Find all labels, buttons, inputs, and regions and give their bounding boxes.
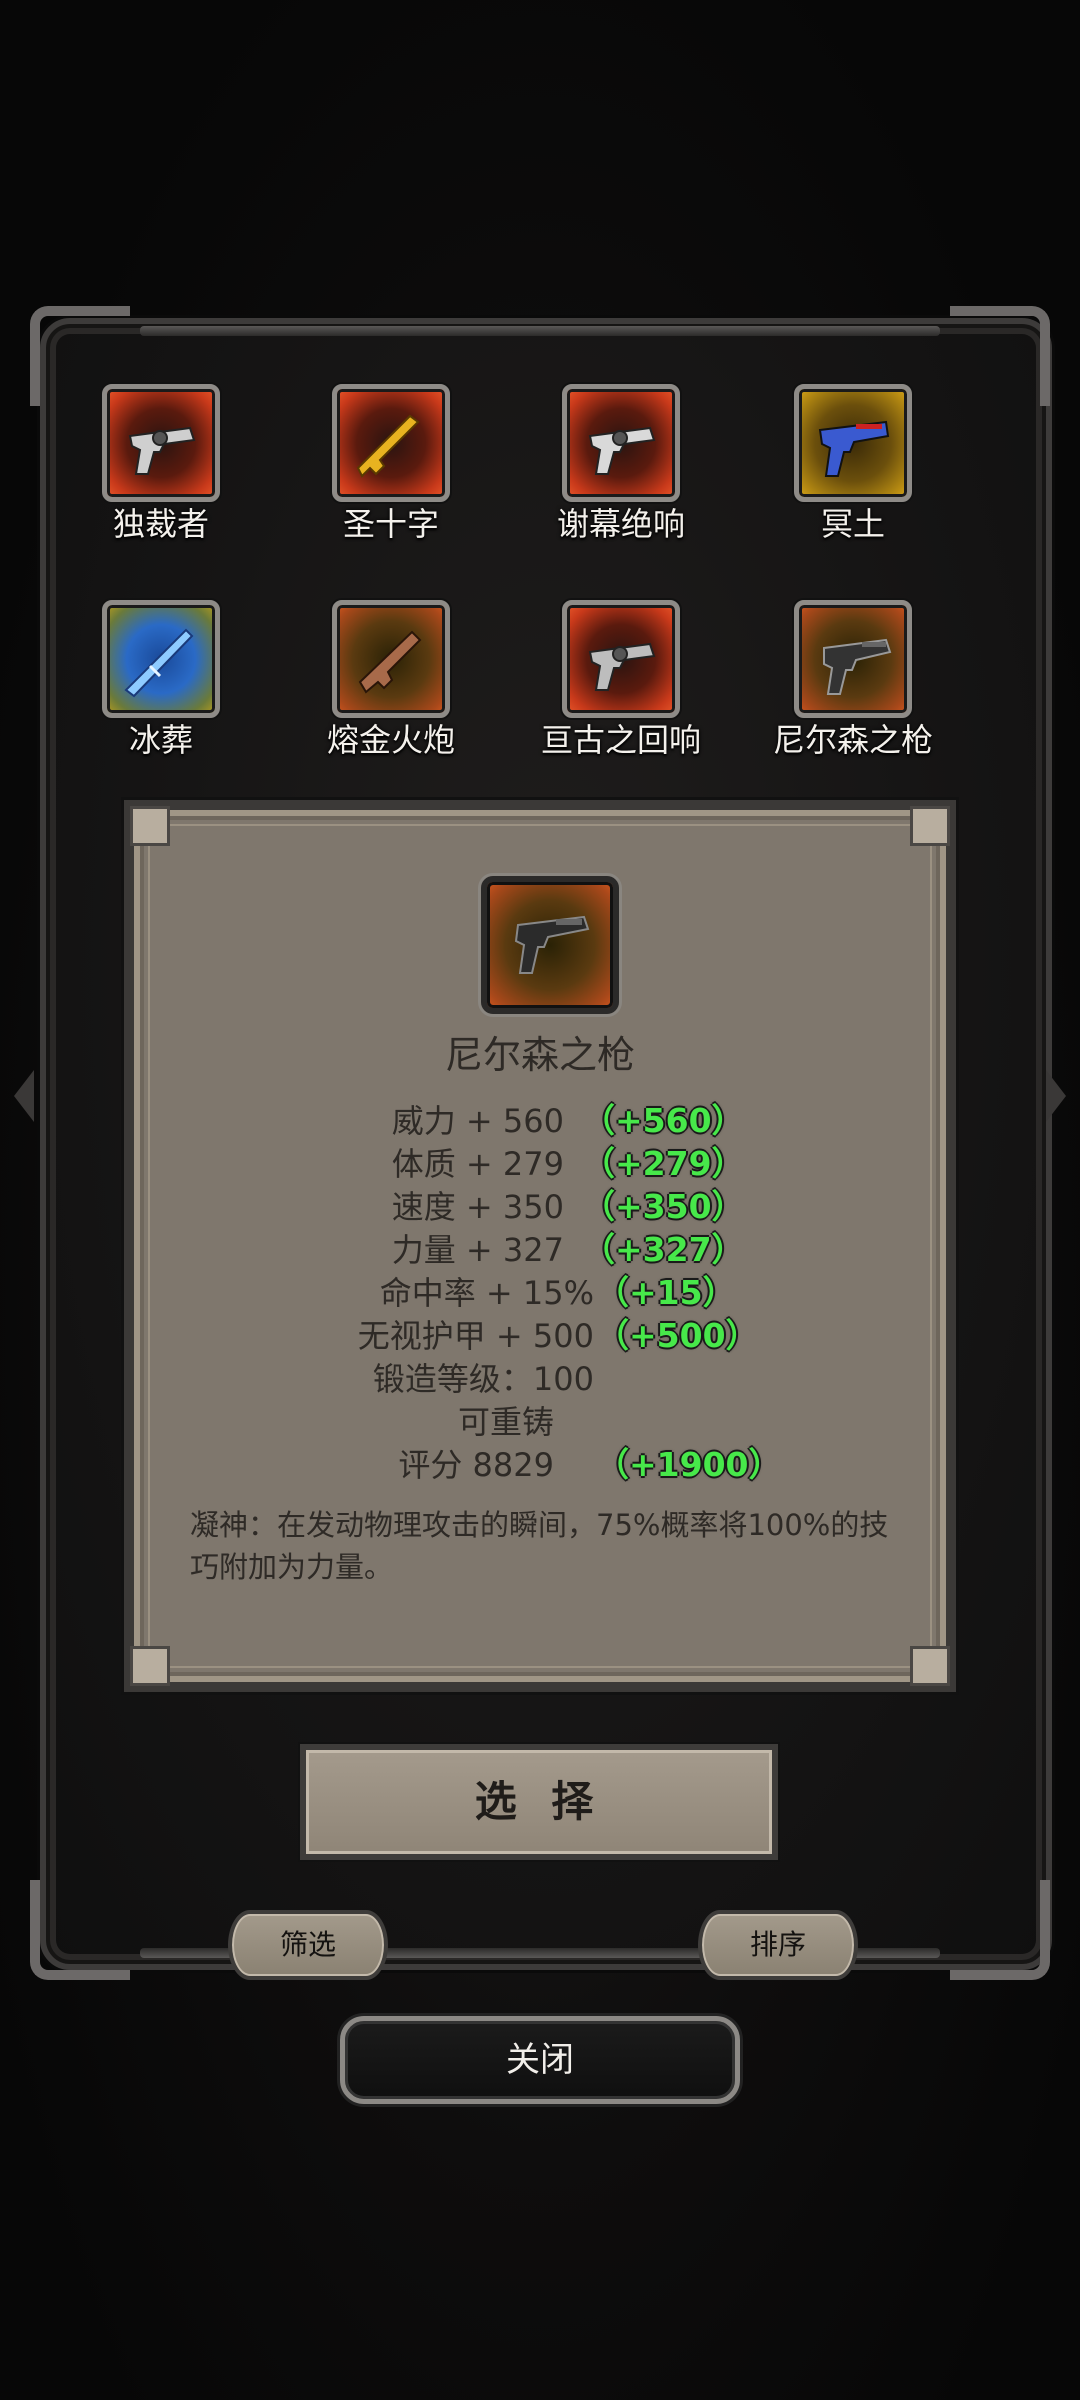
stat-row: 速度 + 350 （+350）: [134, 1186, 966, 1228]
stat-bonus: （+1900）: [596, 1445, 782, 1484]
panel-corner: [910, 806, 950, 846]
pistol-icon: [823, 638, 892, 695]
weapon-name: 熔金火炮: [326, 721, 455, 759]
filter-button[interactable]: 筛选: [228, 1910, 388, 1980]
weapon-slot[interactable]: 亘古之回响: [531, 600, 711, 760]
stat-value: 无视护甲 + 500: [357, 1317, 594, 1355]
stat-row: 无视护甲 + 500 （+500）: [134, 1315, 966, 1357]
stat-row: 命中率 + 15% （+15）: [134, 1272, 966, 1314]
weapon-slot[interactable]: 冰葬: [71, 600, 251, 760]
weapon-name: 独裁者: [112, 505, 209, 543]
weapon-icon-frame[interactable]: [102, 600, 220, 718]
weapon-name: 圣十字: [342, 505, 439, 543]
revolver-icon: [588, 642, 656, 691]
stat-row: 威力 + 560 （+560）: [134, 1100, 966, 1142]
stat-bonus: （+560）: [582, 1101, 745, 1140]
pistol-icon: [514, 915, 590, 974]
weapon-slot[interactable]: 圣十字: [301, 384, 481, 544]
stat-value: 速度 + 350: [391, 1188, 564, 1226]
blue-pistol-icon: [818, 420, 890, 477]
weapon-name: 谢幕绝响: [556, 505, 685, 543]
panel-corner: [130, 806, 170, 846]
stat-row: 锻造等级：100: [134, 1358, 966, 1400]
panel-corner: [130, 1646, 170, 1686]
stat-row: 力量 + 327 （+327）: [134, 1229, 966, 1271]
stat-row: 体质 + 279 （+279）: [134, 1143, 966, 1185]
selected-weapon-pistol-icon: [481, 876, 619, 1014]
panel-corner: [910, 1646, 950, 1686]
frame-top-bar: [140, 326, 940, 336]
weapon-name: 尼尔森之枪: [772, 721, 933, 759]
stat-value: 威力 + 560: [391, 1102, 564, 1140]
revolver-icon: [128, 426, 196, 475]
stat-value: 命中率 + 15%: [379, 1274, 594, 1312]
frame-corner-ornament: [950, 1880, 1050, 1980]
weapon-name: 亘古之回响: [540, 721, 701, 759]
stat-bonus: （+350）: [582, 1187, 745, 1226]
ice-rifle-icon: [124, 628, 194, 698]
weapon-slot[interactable]: 冥土: [763, 384, 943, 544]
stat-bonus: （+15）: [596, 1273, 736, 1312]
close-button[interactable]: 关闭: [340, 2016, 740, 2104]
stat-bonus: （+327）: [582, 1230, 745, 1269]
stat-value: 体质 + 279: [391, 1145, 564, 1183]
stat-value: 可重铸: [457, 1403, 554, 1441]
weapon-slot[interactable]: 尼尔森之枪: [763, 600, 943, 760]
stat-value: 锻造等级：100: [372, 1360, 594, 1398]
weapon-icon-frame[interactable]: [332, 600, 450, 718]
golden-rifle-icon: [356, 414, 420, 478]
sort-button[interactable]: 排序: [698, 1910, 858, 1980]
weapon-slot[interactable]: 独裁者: [71, 384, 251, 544]
stat-row: 可重铸: [134, 1401, 966, 1443]
weapon-icon-frame[interactable]: [794, 600, 912, 718]
frame-corner-ornament: [30, 1880, 130, 1980]
stat-bonus: （+279）: [582, 1144, 745, 1183]
shotgun-icon: [358, 630, 422, 694]
weapon-skill-description: 凝神：在发动物理攻击的瞬间，75%概率将100%的技巧附加为力量。: [190, 1508, 889, 1584]
weapon-icon-frame[interactable]: [332, 384, 450, 502]
stat-row: 评分 8829 （+1900）: [134, 1444, 966, 1486]
stat-bonus: （+500）: [596, 1316, 759, 1355]
stat-value: 评分 8829: [398, 1446, 554, 1484]
stat-value: 力量 + 327: [391, 1231, 564, 1269]
frame-corner-ornament: [950, 306, 1050, 406]
weapon-icon-frame[interactable]: [562, 384, 680, 502]
select-button[interactable]: 选 择: [300, 1744, 778, 1860]
weapon-slot[interactable]: 熔金火炮: [301, 600, 481, 760]
selected-weapon-name: 尼尔森之枪: [444, 1033, 635, 1077]
weapon-detail-panel: 尼尔森之枪 威力 + 560 （+560） 体质 + 279 （+279） 速度 + 3…: [124, 800, 956, 1692]
weapon-icon-frame[interactable]: [562, 600, 680, 718]
weapon-slot[interactable]: 谢幕绝响: [531, 384, 711, 544]
prev-page-arrow-icon[interactable]: [14, 1070, 34, 1122]
weapon-select-screen: 独裁者 圣十字 谢幕绝响 冥土 冰葬 熔金火炮 亘古之回响 尼尔森之枪 尼尔森之枪 威力 + …: [0, 0, 1080, 2400]
weapon-name: 冰葬: [128, 721, 193, 759]
next-page-arrow-icon[interactable]: [1046, 1070, 1066, 1122]
weapon-icon-frame[interactable]: [794, 384, 912, 502]
weapon-name: 冥土: [820, 505, 885, 543]
weapon-icon-frame[interactable]: [102, 384, 220, 502]
revolver-icon: [588, 426, 656, 475]
